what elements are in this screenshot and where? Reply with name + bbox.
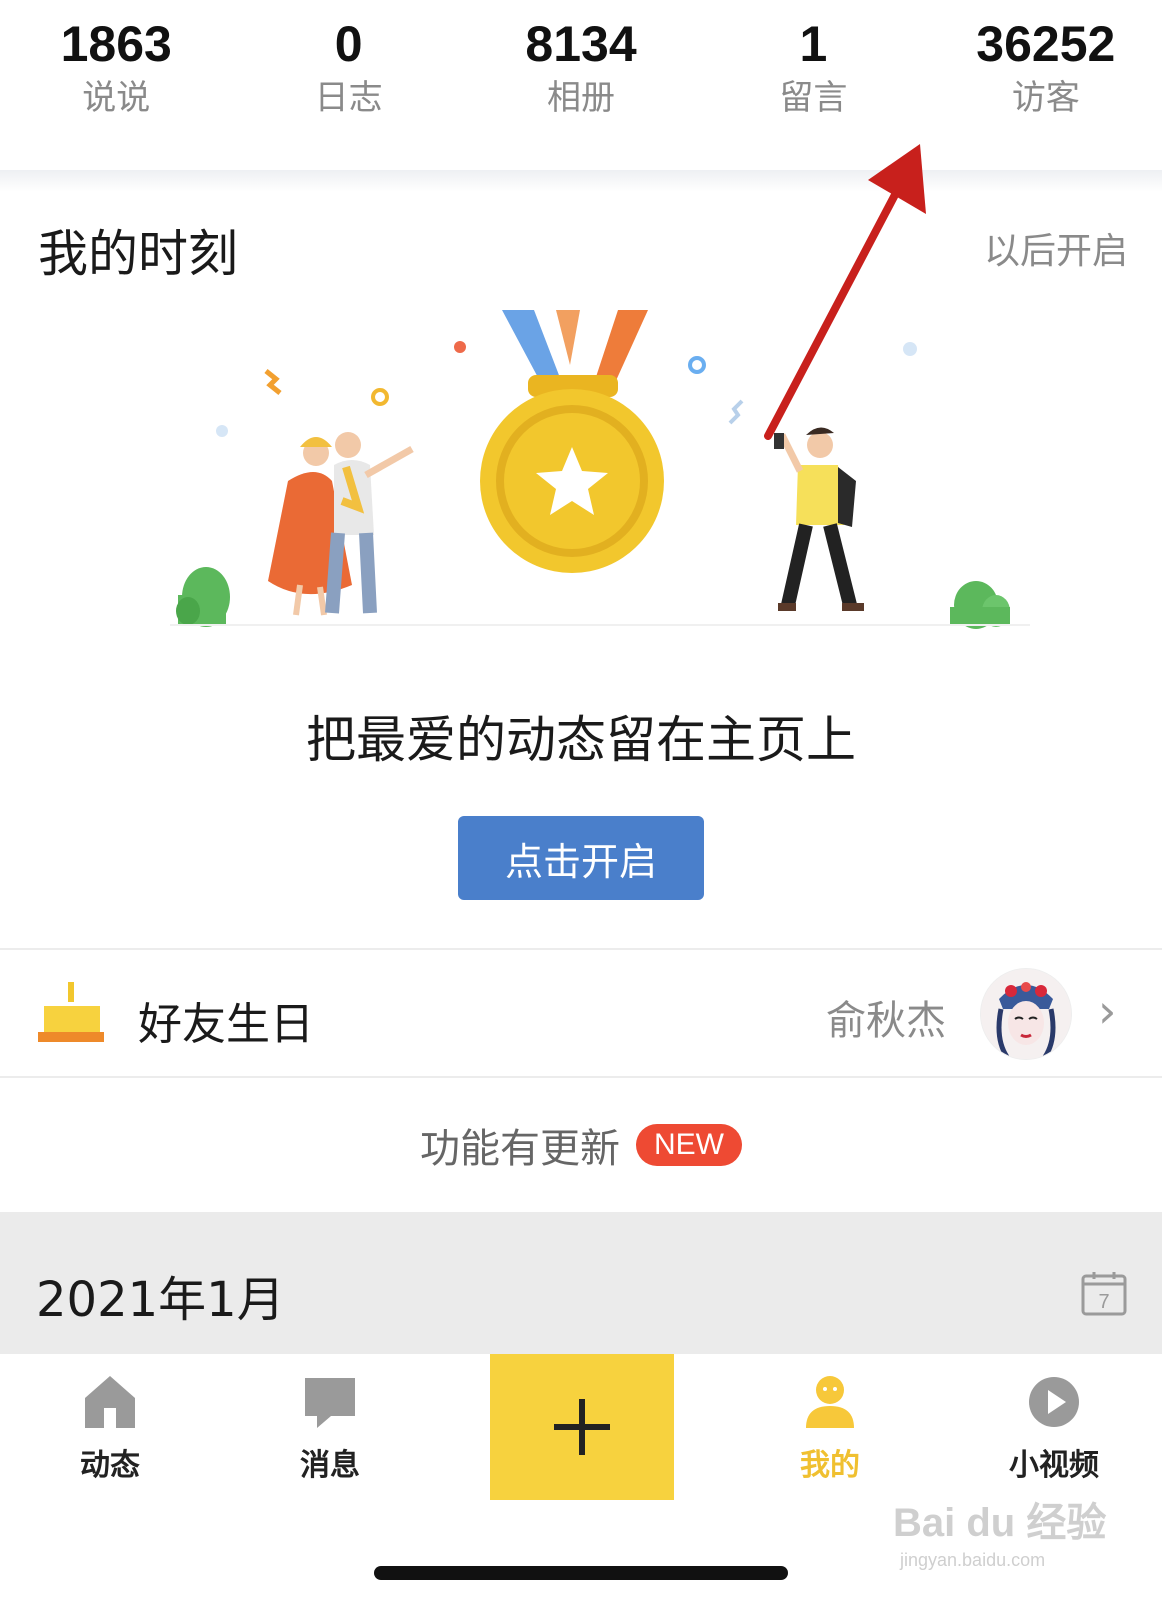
stat-value: 0 [334,16,363,72]
avatar [980,968,1072,1060]
enable-later-link[interactable]: 以后开启 [984,222,1128,274]
stat-label: 说说 [82,78,151,118]
chevron-right-icon: › [1098,984,1117,1038]
profile-icon [806,1376,854,1428]
stat-label: 留言 [779,78,848,118]
tab-label: 我的 [800,1448,860,1483]
feature-update-row[interactable]: 功能有更新 NEW [0,1080,1162,1210]
month-label: 2021年1月 [36,1272,285,1328]
stat-value: 1863 [60,16,172,72]
annotation-arrow-icon [764,144,926,440]
tab-short-video[interactable]: 小视频 [964,1374,1144,1484]
cake-icon [38,982,104,1042]
watermark-url: jingyan.baidu.com [900,1550,1046,1570]
stats-bar: 1863 说说 0 日志 8134 相册 1 留言 36252 访客 [0,0,1162,170]
calendar-day: 7 [1098,1291,1109,1313]
compose-plus-button[interactable] [490,1354,674,1500]
home-icon [85,1376,135,1428]
enable-moments-button[interactable]: 点击开启 [458,816,704,900]
tab-me[interactable]: 我的 [740,1374,920,1484]
stat-blogs[interactable]: 0 日志 [232,0,464,170]
tab-messages[interactable]: 消息 [240,1374,420,1484]
watermark-logo: Bai du 经验 [893,1501,1107,1545]
divider [0,948,1162,950]
moments-headline: 把最爱的动态留在主页上 [306,711,856,769]
stat-label: 访客 [1011,78,1080,118]
bush-left-icon [176,567,230,627]
friend-birthday-row[interactable]: 好友生日 俞秋杰 › [0,952,1162,1076]
stat-value: 8134 [525,16,637,72]
stat-label: 相册 [547,78,616,118]
medal-icon [480,310,664,573]
tab-label: 小视频 [1009,1448,1099,1483]
stat-label: 日志 [314,78,383,118]
message-icon [305,1378,355,1428]
calendar-icon[interactable]: 7 [1080,1270,1128,1318]
new-badge: NEW [636,1124,742,1166]
video-icon [1029,1377,1079,1427]
divider [0,1076,1162,1078]
stat-value: 36252 [976,16,1116,72]
bush-right-icon [950,581,1010,629]
home-indicator[interactable] [374,1566,788,1580]
friend-birthday-label: 好友生日 [138,999,314,1050]
couple-figure-icon [268,432,414,616]
stat-value: 1 [799,16,828,72]
plus-icon [554,1399,610,1455]
stat-posts[interactable]: 1863 说说 [0,0,232,170]
stats-divider [0,170,1162,192]
feature-update-text: 功能有更新 [420,1126,620,1172]
birthday-friend-name: 俞秋杰 [826,998,946,1044]
tab-label: 动态 [80,1448,140,1483]
tab-label: 消息 [300,1448,360,1483]
tab-feed[interactable]: 动态 [20,1374,200,1484]
month-header: 2021年1月 7 [0,1212,1162,1354]
stat-albums[interactable]: 8134 相册 [465,0,697,170]
stat-visitors[interactable]: 36252 访客 [930,0,1162,170]
moments-title: 我的时刻 [38,225,238,283]
